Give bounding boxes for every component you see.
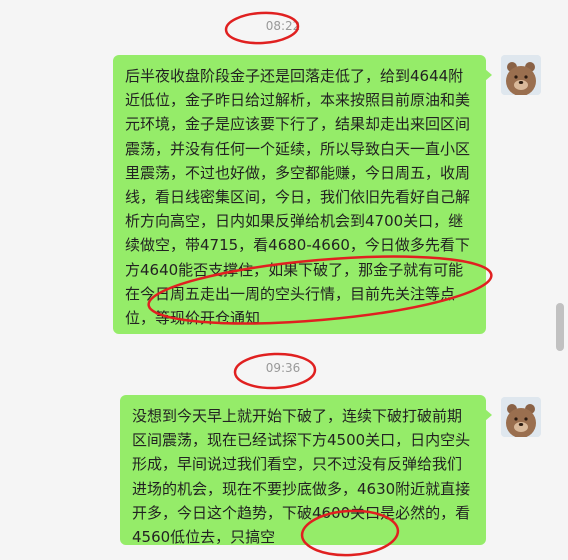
- message-text: 没想到今天早上就开始下破了，连续下破打破前期区间震荡，现在已经试探下方4500关…: [132, 407, 471, 547]
- scrollbar-thumb[interactable]: [556, 303, 564, 351]
- message-bubble[interactable]: 后半夜收盘阶段金子还是回落走低了，给到4644附近低位，金子昨日给过解析，本来按…: [113, 55, 492, 334]
- bear-avatar-icon[interactable]: [501, 397, 541, 437]
- message-timestamp: 08:22: [265, 19, 301, 33]
- bear-avatar-icon[interactable]: [501, 55, 541, 95]
- scrollbar-track[interactable]: [553, 0, 568, 560]
- message-text: 后半夜收盘阶段金子还是回落走低了，给到4644附近低位，金子昨日给过解析，本来按…: [125, 67, 471, 328]
- chat-message-area[interactable]: 08:22 后半夜收盘阶段金子还是回落走低了，给到4644附近低位，金子昨日给过…: [0, 0, 568, 560]
- message-timestamp: 09:36: [265, 361, 301, 375]
- message-bubble[interactable]: 没想到今天早上就开始下破了，连续下破打破前期区间震荡，现在已经试探下方4500关…: [120, 395, 492, 547]
